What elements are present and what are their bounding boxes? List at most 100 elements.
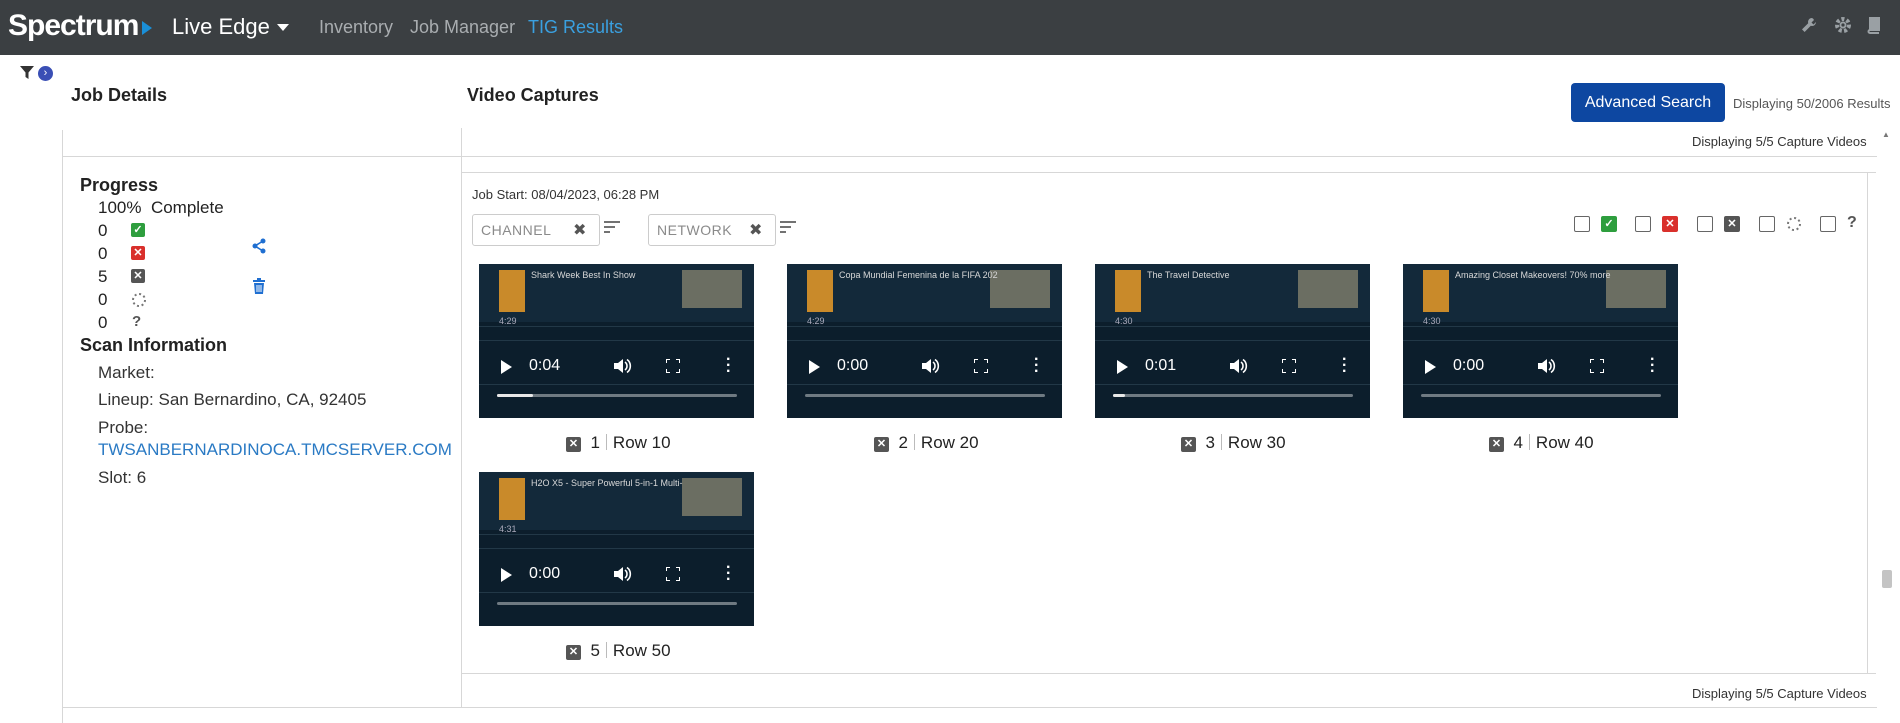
scrollbar[interactable]: ▲: [1880, 130, 1892, 675]
header-divider: [62, 156, 1877, 157]
video-caption: ✕ 2 Row 20: [874, 433, 979, 453]
video-index: 5: [590, 641, 600, 660]
fullscreen-icon[interactable]: [665, 566, 681, 586]
gear-icon[interactable]: [1834, 16, 1852, 34]
sort-channel-icon[interactable]: [604, 221, 620, 233]
job-start-text: Job Start: 08/04/2023, 06:28 PM: [472, 187, 660, 202]
job-details-heading: Job Details: [71, 85, 168, 105]
nav-link-inventory[interactable]: Inventory: [319, 17, 393, 38]
trash-icon[interactable]: [252, 278, 266, 294]
video-row: Row 20: [920, 433, 979, 452]
video-player[interactable]: Shark Week Best In Show 4:29 0:04 · · ·: [479, 264, 754, 418]
more-options-icon[interactable]: · · ·: [726, 352, 731, 380]
play-icon[interactable]: [1117, 360, 1128, 374]
video-captures-heading: Video Captures: [467, 85, 599, 105]
scroll-up-icon[interactable]: ▲: [1882, 130, 1890, 139]
fullscreen-icon[interactable]: [973, 358, 989, 378]
failed-count: 0: [98, 244, 108, 263]
fullscreen-icon[interactable]: [1589, 358, 1605, 378]
captures-top-divider: [461, 172, 1876, 173]
guide-line: [1095, 326, 1370, 327]
guide-line: [1403, 340, 1678, 341]
slot-label: Slot: 6: [98, 468, 147, 487]
share-icon[interactable]: [251, 238, 267, 254]
video-time: 0:00: [1453, 357, 1485, 374]
video-time: 0:00: [529, 565, 561, 582]
volume-icon[interactable]: [614, 358, 632, 379]
live-edge-selector[interactable]: Live Edge: [172, 14, 270, 40]
volume-icon[interactable]: [1538, 358, 1556, 379]
captures-right-edge: [1867, 172, 1868, 673]
complete-label: Complete: [150, 198, 224, 217]
guide-line: [787, 326, 1062, 327]
seek-bar[interactable]: [1113, 394, 1353, 397]
guide-time: 4:29: [807, 316, 825, 326]
seek-bar[interactable]: [497, 602, 737, 605]
captures-count-top: Displaying 5/5 Capture Videos: [1692, 134, 1867, 149]
market-label: Market:: [98, 363, 155, 382]
no-result-x-icon: ✕: [1489, 437, 1504, 452]
guide-line: [1403, 326, 1678, 327]
more-options-icon[interactable]: · · ·: [1034, 352, 1039, 380]
video-controls: 0:04 · · ·: [479, 352, 754, 382]
more-options-icon[interactable]: · · ·: [726, 560, 731, 588]
play-icon[interactable]: [501, 568, 512, 582]
progress-percent: 100%: [98, 198, 142, 217]
video-time: 0:01: [1145, 357, 1177, 374]
play-icon[interactable]: [501, 360, 512, 374]
unknown-filter-checkbox[interactable]: [1820, 216, 1836, 232]
expand-panel-icon[interactable]: ›: [38, 66, 53, 81]
no-result-filter-checkbox[interactable]: [1697, 216, 1713, 232]
guide-line: [1095, 384, 1370, 385]
video-player[interactable]: H2O X5 - Super Powerful 5-in-1 Multi- 4:3…: [479, 472, 754, 626]
more-options-icon[interactable]: · · ·: [1650, 352, 1655, 380]
caption-separator: [1528, 434, 1530, 450]
guide-line: [479, 592, 754, 593]
wrench-icon[interactable]: [1800, 16, 1818, 34]
scrollbar-thumb[interactable]: [1882, 570, 1892, 588]
program-thumbnail: [1298, 270, 1358, 308]
sort-network-icon[interactable]: [780, 221, 796, 233]
seek-bar[interactable]: [805, 394, 1045, 397]
volume-icon[interactable]: [1230, 358, 1248, 379]
book-icon[interactable]: [1866, 16, 1882, 34]
caption-separator: [1220, 434, 1222, 450]
channel-filter[interactable]: CHANNEL ✖: [472, 214, 600, 246]
volume-icon[interactable]: [614, 566, 632, 587]
seek-bar[interactable]: [497, 394, 737, 397]
video-player[interactable]: Amazing Closet Makeovers! 70% more 4:30 0:…: [1403, 264, 1678, 418]
video-player[interactable]: Copa Mundial Femenina de la FIFA 202 4:29…: [787, 264, 1062, 418]
captures-count-bottom: Displaying 5/5 Capture Videos: [1692, 686, 1867, 701]
nav-link-job-manager[interactable]: Job Manager: [410, 17, 515, 38]
video-player[interactable]: The Travel Detective 4:30 0:01 · · ·: [1095, 264, 1370, 418]
video-controls: 0:00 · · ·: [479, 560, 754, 590]
fullscreen-icon[interactable]: [665, 358, 681, 378]
guide-line: [479, 340, 754, 341]
program-title: Copa Mundial Femenina de la FIFA 202: [839, 270, 998, 280]
play-icon[interactable]: [1425, 360, 1436, 374]
play-icon[interactable]: [809, 360, 820, 374]
video-controls: 0:00 · · ·: [1403, 352, 1678, 382]
brand-logo[interactable]: Spectrum: [8, 9, 139, 43]
probe-link[interactable]: TWSANBERNARDINOCA.TMCSERVER.COM: [98, 440, 452, 460]
no-result-count: 5: [98, 267, 108, 286]
volume-icon[interactable]: [922, 358, 940, 379]
seek-bar[interactable]: [1421, 394, 1661, 397]
more-options-icon[interactable]: · · ·: [1342, 352, 1347, 380]
chevron-down-icon[interactable]: [277, 24, 289, 31]
pending-filter-checkbox[interactable]: [1759, 216, 1775, 232]
fullscreen-icon[interactable]: [1281, 358, 1297, 378]
failed-filter-checkbox[interactable]: [1635, 216, 1651, 232]
filter-icon[interactable]: [20, 66, 34, 79]
program-thumbnail: [990, 270, 1050, 308]
nav-link-tig-results[interactable]: TIG Results: [528, 17, 623, 38]
advanced-search-button[interactable]: Advanced Search: [1571, 83, 1725, 122]
clear-channel-icon[interactable]: ✖: [573, 220, 586, 240]
network-filter[interactable]: NETWORK ✖: [648, 214, 776, 246]
clear-network-icon[interactable]: ✖: [749, 220, 762, 240]
seek-bar-fill: [497, 394, 533, 397]
video-row: Row 10: [612, 433, 671, 452]
guide-time: 4:30: [1115, 316, 1133, 326]
video-controls: 0:01 · · ·: [1095, 352, 1370, 382]
passed-filter-checkbox[interactable]: [1574, 216, 1590, 232]
